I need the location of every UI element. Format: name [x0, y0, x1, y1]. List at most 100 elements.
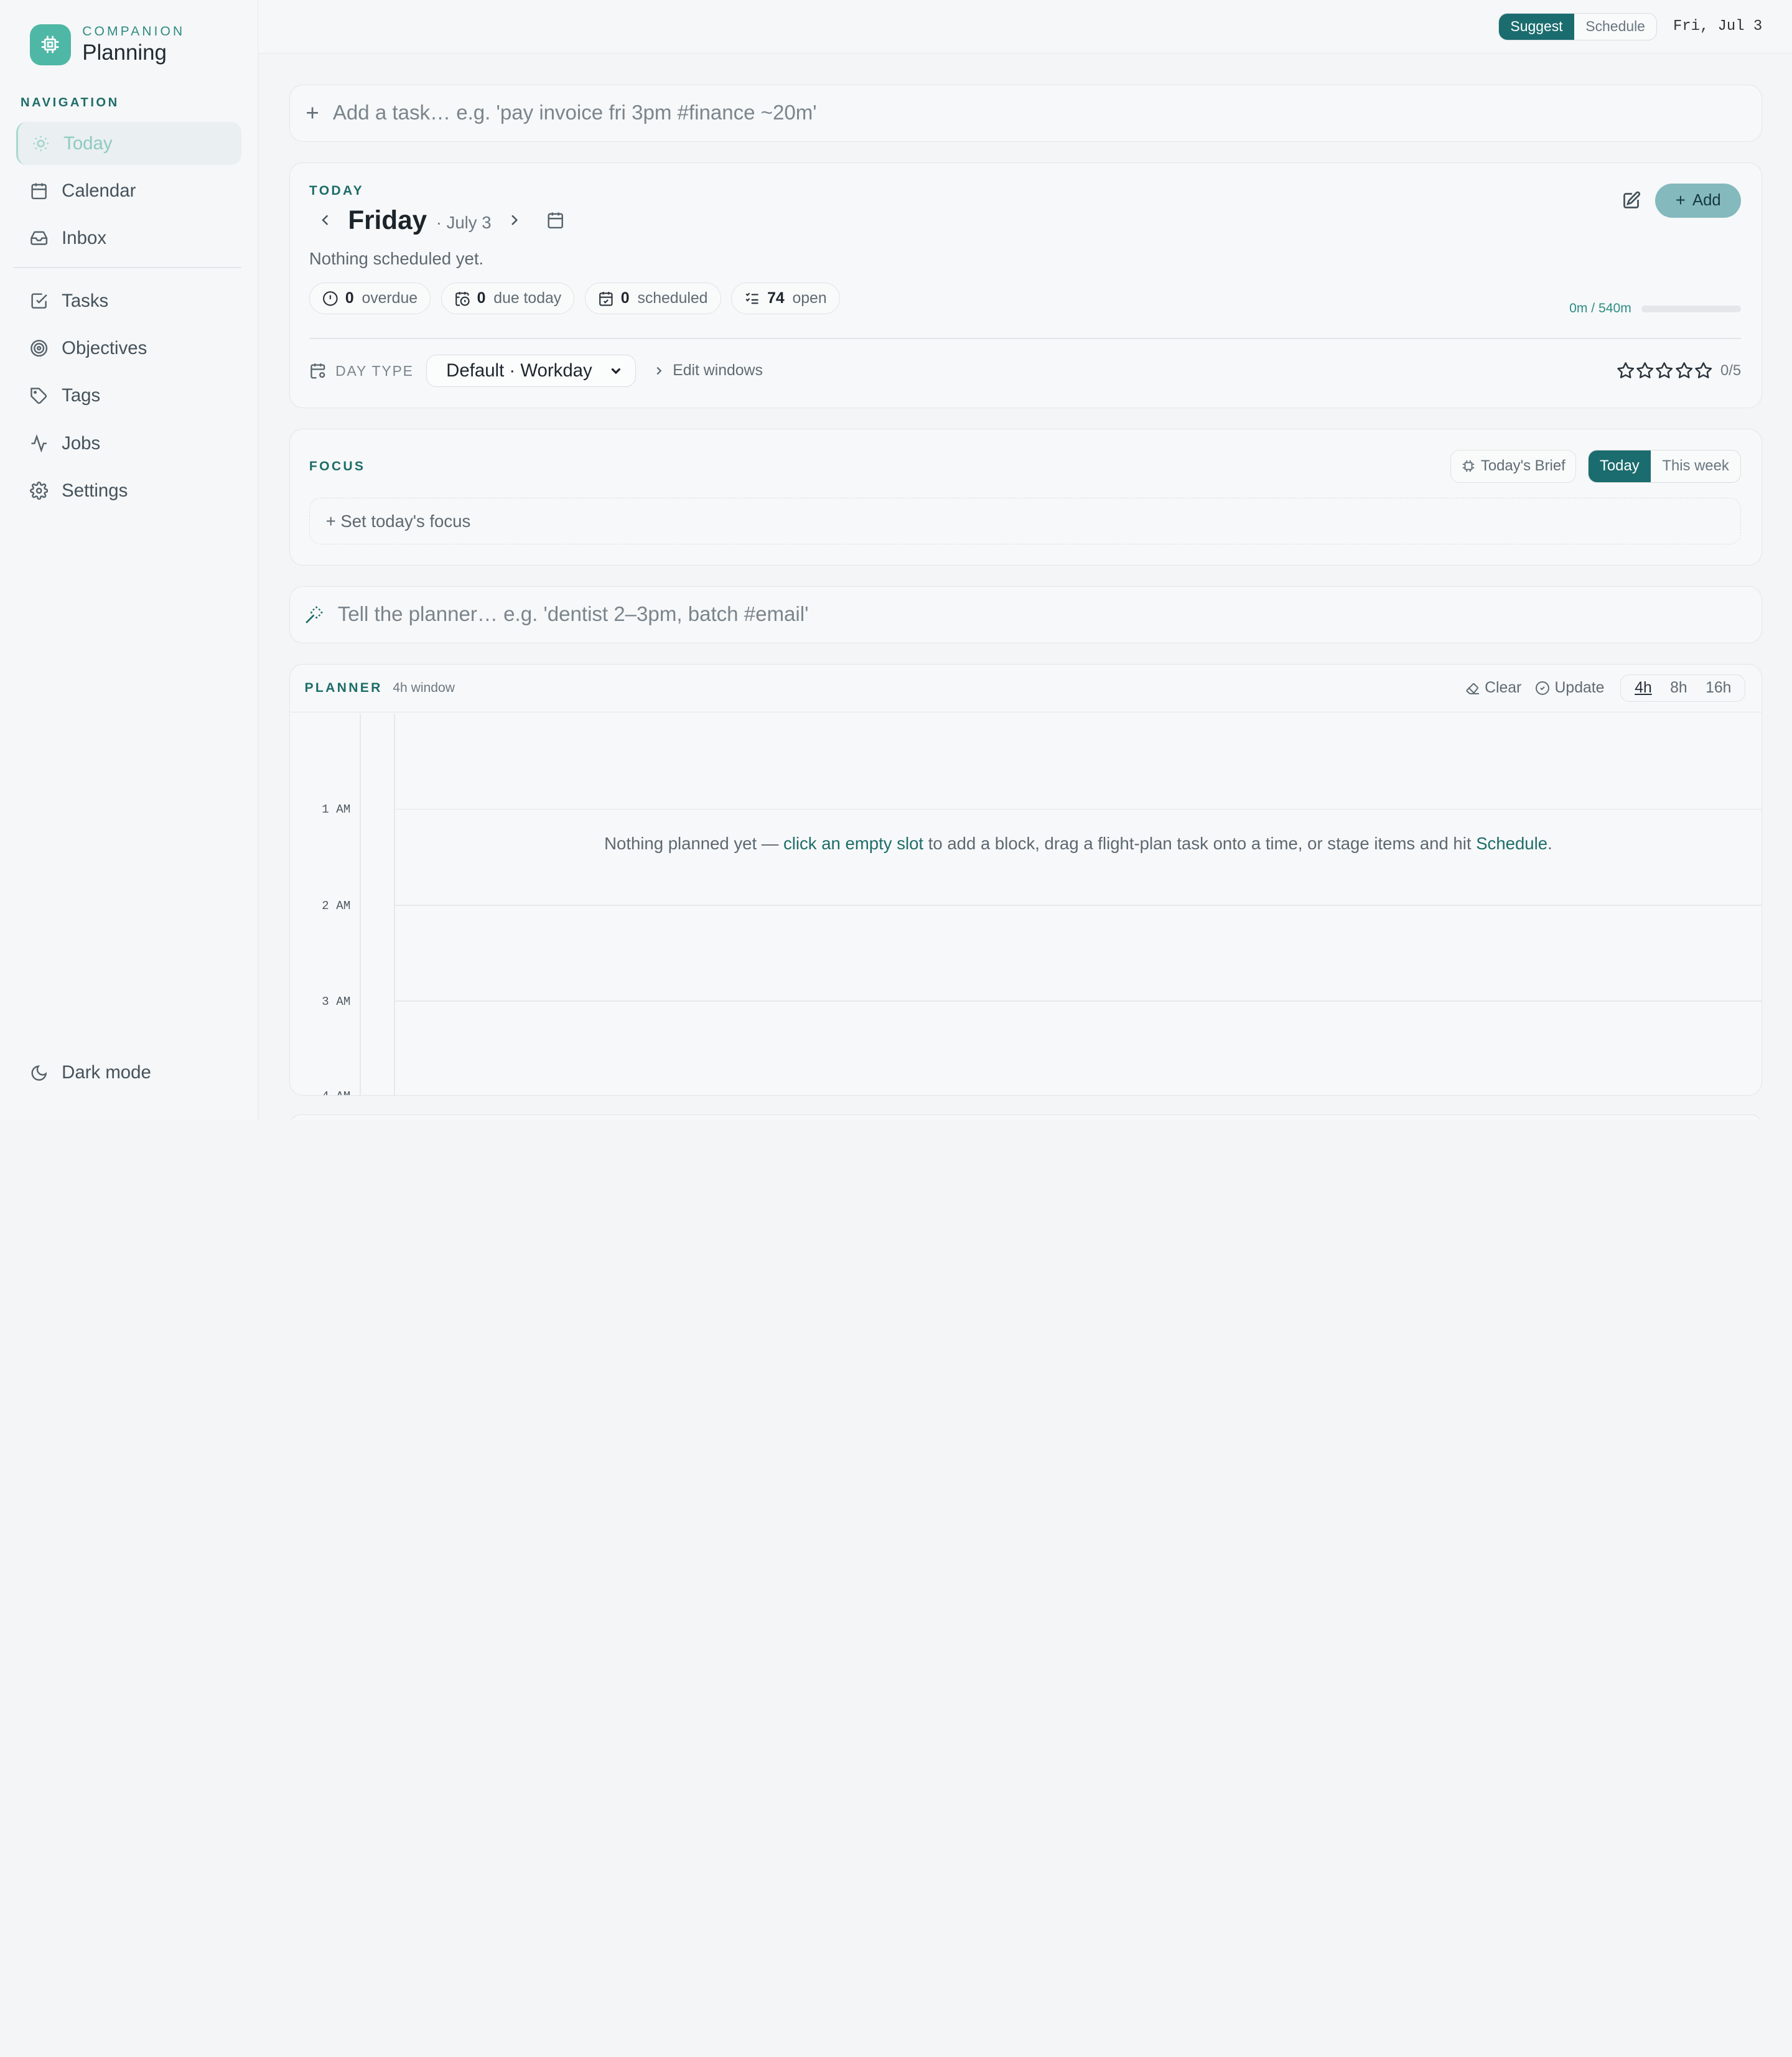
sidebar: COMPANION Planning NAVIGATION Today Cale… [0, 0, 259, 1120]
planner-command-placeholder: Tell the planner… e.g. 'dentist 2–3pm, b… [337, 603, 809, 627]
sidebar-item-calendar[interactable]: Calendar [16, 169, 242, 213]
date-picker-button[interactable] [546, 211, 564, 229]
edit-windows-label: Edit windows [673, 362, 763, 380]
suggest-button[interactable]: Suggest [1499, 13, 1574, 40]
sidebar-item-jobs[interactable]: Jobs [16, 422, 242, 465]
planner-label: PLANNER [304, 681, 383, 696]
sidebar-item-label: Settings [62, 480, 128, 501]
chevron-left-icon [322, 215, 329, 226]
divider [309, 337, 1742, 339]
range-16h[interactable]: 16h [1696, 679, 1740, 697]
empty-slot-link[interactable]: click an empty slot [783, 834, 923, 853]
day-type-label: DAY TYPE [335, 362, 414, 379]
tab-this-week[interactable]: This week [1651, 450, 1741, 483]
time-progress: 0m / 540m [1569, 301, 1742, 316]
sidebar-item-objectives[interactable]: Objectives [16, 327, 242, 370]
sidebar-item-label: Jobs [62, 432, 101, 454]
clear-button[interactable]: Clear [1465, 679, 1521, 697]
add-task-input[interactable]: + Add a task… e.g. 'pay invoice fri 3pm … [289, 84, 1763, 142]
planner-header: PLANNER 4h window Clear Update 4h 8h 16h [289, 665, 1762, 713]
chevron-right-icon [511, 215, 518, 226]
sidebar-item-label: Today [63, 133, 113, 154]
sun-icon [32, 134, 50, 152]
due-today-label: due today [493, 289, 562, 307]
progress-bar [1641, 305, 1742, 312]
planner-grid[interactable]: 1 AM 2 AM 3 AM 4 AM Nothing planned yet … [290, 714, 1762, 1095]
update-button[interactable]: Update [1535, 679, 1604, 697]
hour-line [394, 904, 1762, 906]
brand[interactable]: COMPANION Planning [0, 0, 258, 65]
tab-today[interactable]: Today [1588, 450, 1651, 483]
star-icon[interactable] [1636, 361, 1654, 380]
scheduled-pill[interactable]: 0 scheduled [584, 282, 721, 315]
star-icon[interactable] [1617, 361, 1635, 380]
open-pill[interactable]: 74 open [731, 282, 840, 315]
plus-icon: + [1675, 190, 1686, 210]
day-type-select[interactable]: Default · Workday [426, 355, 637, 387]
calendar-settings-icon [310, 363, 325, 379]
sidebar-item-tasks[interactable]: Tasks [16, 279, 242, 323]
focus-card: FOCUS Today's Brief Today This week + Se… [289, 428, 1763, 566]
today-label: TODAY [309, 183, 364, 198]
range-8h[interactable]: 8h [1661, 679, 1696, 697]
sidebar-item-today[interactable]: Today [16, 121, 242, 166]
todays-brief-button[interactable]: Today's Brief [1450, 449, 1577, 483]
progress-text: 0m / 540m [1569, 301, 1631, 316]
day-name: Friday [348, 205, 427, 235]
mode-toggle: Suggest Schedule [1498, 12, 1658, 40]
check-circle-icon [1536, 681, 1550, 696]
main-content: Suggest Schedule Fri, Jul 3 + Add a task… [258, 0, 1792, 1120]
tag-icon [30, 387, 48, 405]
day-date: · July 3 [436, 213, 492, 233]
dark-mode-label: Dark mode [62, 1062, 151, 1083]
overdue-count: 0 [345, 289, 354, 307]
plus-icon: + [306, 100, 319, 126]
planner-card: PLANNER 4h window Clear Update 4h 8h 16h [289, 664, 1763, 1096]
chevron-right-icon [656, 366, 662, 375]
next-day-button[interactable] [505, 211, 523, 229]
current-date: Fri, Jul 3 [1673, 18, 1763, 35]
chip-icon [1462, 460, 1474, 472]
calendar-icon [30, 182, 48, 200]
star-icon[interactable] [1694, 361, 1712, 380]
schedule-link[interactable]: Schedule [1476, 834, 1547, 853]
update-label: Update [1554, 679, 1605, 697]
nothing-scheduled: Nothing scheduled yet. [309, 248, 484, 268]
overdue-pill[interactable]: 0 overdue [309, 282, 431, 315]
dark-mode-toggle[interactable]: Dark mode [30, 1062, 151, 1083]
add-button[interactable]: + Add [1655, 183, 1742, 218]
focus-controls: Today's Brief Today This week [1450, 449, 1742, 483]
empty-text: Nothing planned yet — [604, 833, 784, 853]
edit-windows-button[interactable]: Edit windows [652, 362, 763, 380]
add-task-placeholder: Add a task… e.g. 'pay invoice fri 3pm #f… [332, 101, 817, 124]
notes-button[interactable] [1621, 190, 1641, 211]
sidebar-item-label: Tags [62, 385, 101, 406]
range-4h[interactable]: 4h [1626, 679, 1661, 697]
magic-wand-icon [304, 605, 324, 625]
sidebar-item-inbox[interactable]: Inbox [16, 217, 242, 260]
empty-text: to add a block, drag a flight-plan task … [923, 833, 1477, 853]
star-icon[interactable] [1675, 361, 1693, 380]
hour-line [394, 1001, 1762, 1002]
planner-empty-message: Nothing planned yet — click an empty slo… [395, 834, 1762, 854]
sidebar-item-settings[interactable]: Settings [16, 469, 242, 513]
set-focus-button[interactable]: + Set today's focus [309, 497, 1742, 545]
open-label: open [792, 289, 827, 307]
prev-day-button[interactable] [316, 211, 334, 229]
hour-label: 2 AM [322, 898, 351, 913]
star-icon[interactable] [1655, 361, 1673, 380]
target-icon [30, 339, 48, 357]
schedule-button[interactable]: Schedule [1574, 13, 1657, 40]
brand-subtitle: COMPANION [82, 24, 185, 39]
sidebar-item-tags[interactable]: Tags [16, 374, 242, 417]
sidebar-item-label: Inbox [62, 227, 107, 248]
brand-title: Planning [82, 40, 167, 65]
activity-icon [30, 434, 48, 453]
list-check-icon [745, 292, 758, 304]
due-today-pill[interactable]: 0 due today [441, 282, 575, 315]
scheduled-label: scheduled [637, 289, 708, 307]
empty-text: . [1547, 833, 1552, 853]
sidebar-nav: Today Calendar Inbox Tasks Objectives Ta… [0, 121, 258, 513]
planner-command-input[interactable]: Tell the planner… e.g. 'dentist 2–3pm, b… [289, 586, 1763, 644]
hour-label: 3 AM [322, 994, 351, 1009]
